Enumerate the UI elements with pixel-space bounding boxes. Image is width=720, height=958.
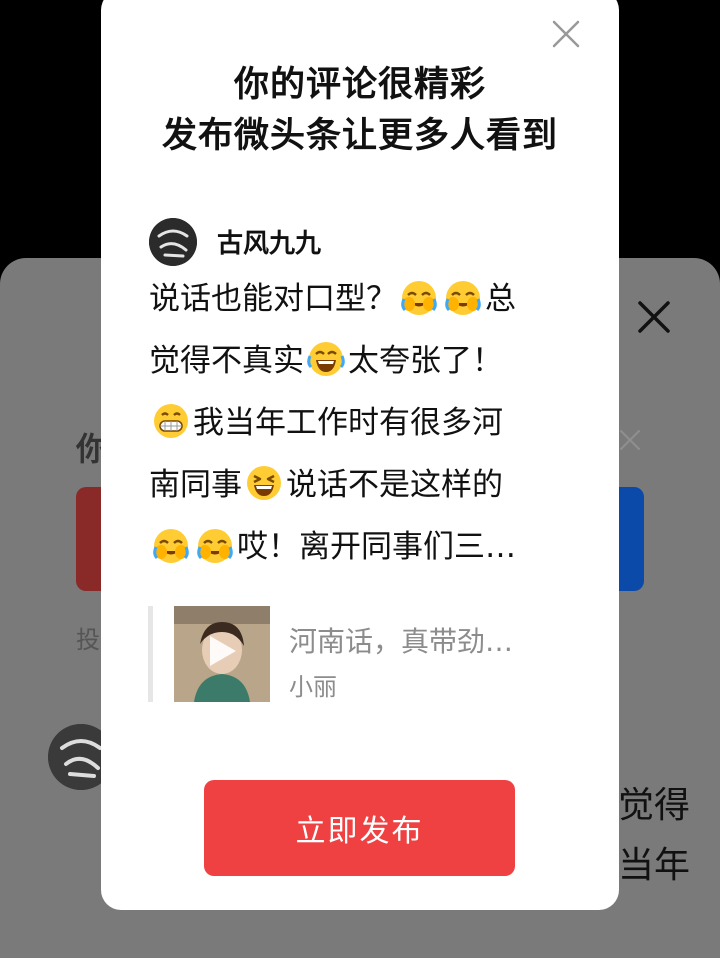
reference-title: 河南话，真带劲… [289, 625, 514, 658]
video-thumbnail[interactable] [174, 606, 270, 702]
comment-segment: 说话不是这样的 [286, 467, 503, 503]
comment-segment: 觉得不真实 [149, 343, 304, 379]
comment-segment: 哎！离开同事们三… [237, 529, 516, 565]
grinning-icon [151, 400, 191, 440]
background-small-close-icon[interactable] [618, 428, 642, 452]
publish-button[interactable]: 立即发布 [204, 780, 515, 876]
background-text-1: 觉得 [618, 785, 691, 826]
comment-segment: 太夸张了！ [348, 343, 503, 379]
face-palm-laugh-icon [151, 524, 191, 564]
rolling-laughing-icon [306, 338, 346, 378]
comment-segment: 南同事 [149, 467, 242, 503]
face-palm-laugh-icon [195, 524, 235, 564]
close-icon[interactable] [550, 18, 582, 50]
background-text-2: 当年 [618, 845, 691, 886]
face-palm-laugh-icon [399, 276, 439, 316]
user-name: 古风九九 [217, 229, 322, 259]
reference-author: 小丽 [289, 673, 337, 701]
face-palm-laugh-icon [443, 276, 483, 316]
background-close-icon[interactable] [634, 297, 674, 337]
comment-segment: 说话也能对口型？ [149, 281, 397, 317]
dialog-title-line-1: 你的评论很精彩 [233, 65, 486, 105]
background-small-text: 投 [76, 626, 100, 654]
quote-bar [148, 606, 153, 702]
dialog-title-line-2: 发布微头条让更多人看到 [161, 116, 558, 156]
laughing-icon [244, 462, 284, 502]
comment-segment: 总 [485, 281, 516, 317]
publish-dialog: 你的评论很精彩 发布微头条让更多人看到 古风九九 说话也能对口型？ 总 觉得不真实… [101, 0, 619, 910]
comment-segment: 我当年工作时有很多河 [193, 405, 503, 441]
comment-text: 说话也能对口型？ 总 觉得不真实 太夸张了！ 我当年工作时有很多河 南同事 说话不是这… [149, 268, 579, 578]
avatar [149, 218, 197, 266]
